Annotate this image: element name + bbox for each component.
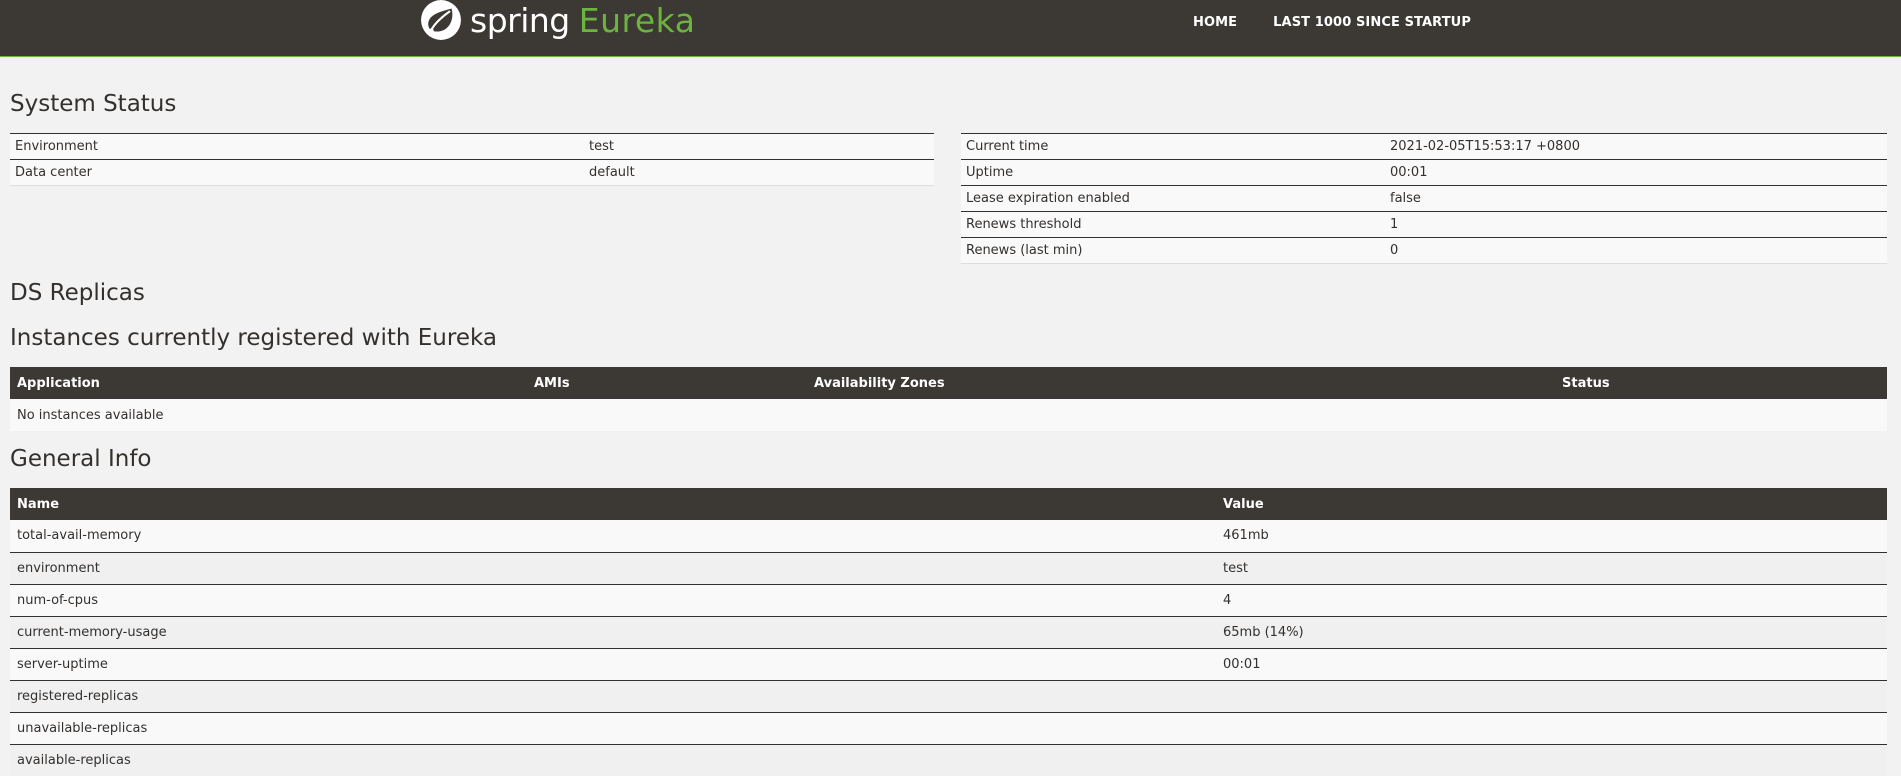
nav-home-link[interactable]: HOME bbox=[1193, 15, 1237, 30]
table-row: Lease expiration enabled false bbox=[961, 185, 1887, 212]
column-header-status: Status bbox=[1555, 367, 1887, 399]
status-label: Renews threshold bbox=[961, 211, 1385, 238]
status-value: test bbox=[584, 133, 934, 160]
info-name: total-avail-memory bbox=[10, 520, 1216, 552]
info-value: 65mb (14%) bbox=[1216, 615, 1887, 648]
system-status-left-table: Environment test Data center default bbox=[10, 133, 934, 186]
system-status-right-table: Current time 2021-02-05T15:53:17 +0800 U… bbox=[961, 133, 1887, 264]
status-label: Uptime bbox=[961, 159, 1385, 186]
main-nav: HOME LAST 1000 SINCE STARTUP bbox=[1193, 0, 1507, 44]
table-row: current-memory-usage 65mb (14%) bbox=[10, 615, 1887, 648]
info-value: 461mb bbox=[1216, 520, 1887, 552]
instances-table: Application AMIs Availability Zones Stat… bbox=[10, 367, 1887, 431]
no-instances-text: No instances available bbox=[10, 399, 1887, 431]
table-row: unavailable-replicas bbox=[10, 711, 1887, 744]
info-name: unavailable-replicas bbox=[10, 711, 1216, 744]
column-header-availability-zones: Availability Zones bbox=[807, 367, 1555, 399]
status-label: Current time bbox=[961, 133, 1385, 160]
status-value: 2021-02-05T15:53:17 +0800 bbox=[1385, 133, 1887, 160]
table-row: available-replicas bbox=[10, 743, 1887, 776]
brand-eureka-text: Eureka bbox=[578, 0, 696, 40]
ds-replicas-title: DS Replicas bbox=[10, 280, 145, 306]
status-value: 1 bbox=[1385, 211, 1887, 238]
status-label: Lease expiration enabled bbox=[961, 185, 1385, 212]
general-info-title: General Info bbox=[10, 446, 152, 472]
table-row: Renews (last min) 0 bbox=[961, 237, 1887, 264]
status-value: false bbox=[1385, 185, 1887, 212]
info-name: available-replicas bbox=[10, 743, 1216, 776]
info-name: current-memory-usage bbox=[10, 615, 1216, 648]
info-value bbox=[1216, 743, 1887, 776]
top-navbar: spring Eureka HOME LAST 1000 SINCE START… bbox=[0, 0, 1901, 57]
info-value: 4 bbox=[1216, 583, 1887, 616]
status-value: 0 bbox=[1385, 237, 1887, 264]
table-row: registered-replicas bbox=[10, 679, 1887, 712]
table-header-row: Name Value bbox=[10, 488, 1887, 520]
brand-spring-text: spring bbox=[470, 0, 570, 40]
table-header-row: Application AMIs Availability Zones Stat… bbox=[10, 367, 1887, 399]
column-header-amis: AMIs bbox=[527, 367, 807, 399]
info-name: environment bbox=[10, 551, 1216, 584]
info-name: num-of-cpus bbox=[10, 583, 1216, 616]
status-label: Environment bbox=[10, 133, 584, 160]
table-row: environment test bbox=[10, 551, 1887, 584]
brand-logo-link[interactable]: spring Eureka bbox=[420, 0, 695, 42]
table-row: Current time 2021-02-05T15:53:17 +0800 bbox=[961, 133, 1887, 160]
table-row: Data center default bbox=[10, 159, 934, 186]
status-value: 00:01 bbox=[1385, 159, 1887, 186]
info-value: test bbox=[1216, 551, 1887, 584]
info-value bbox=[1216, 679, 1887, 712]
status-label: Renews (last min) bbox=[961, 237, 1385, 264]
column-header-name: Name bbox=[10, 488, 1216, 520]
column-header-value: Value bbox=[1216, 488, 1887, 520]
info-value bbox=[1216, 711, 1887, 744]
general-info-table: Name Value total-avail-memory 461mb envi… bbox=[10, 488, 1887, 776]
info-name: server-uptime bbox=[10, 647, 1216, 680]
info-value: 00:01 bbox=[1216, 647, 1887, 680]
instances-title: Instances currently registered with Eure… bbox=[10, 325, 497, 351]
table-row: Environment test bbox=[10, 133, 934, 160]
table-row: total-avail-memory 461mb bbox=[10, 520, 1887, 552]
nav-last-1000-link[interactable]: LAST 1000 SINCE STARTUP bbox=[1273, 15, 1471, 30]
column-header-application: Application bbox=[10, 367, 527, 399]
table-row: server-uptime 00:01 bbox=[10, 647, 1887, 680]
spring-leaf-icon bbox=[421, 0, 461, 40]
table-row: num-of-cpus 4 bbox=[10, 583, 1887, 616]
status-label: Data center bbox=[10, 159, 584, 186]
table-row: No instances available bbox=[10, 399, 1887, 431]
info-name: registered-replicas bbox=[10, 679, 1216, 712]
table-row: Uptime 00:01 bbox=[961, 159, 1887, 186]
table-row: Renews threshold 1 bbox=[961, 211, 1887, 238]
system-status-title: System Status bbox=[10, 91, 177, 117]
status-value: default bbox=[584, 159, 934, 186]
